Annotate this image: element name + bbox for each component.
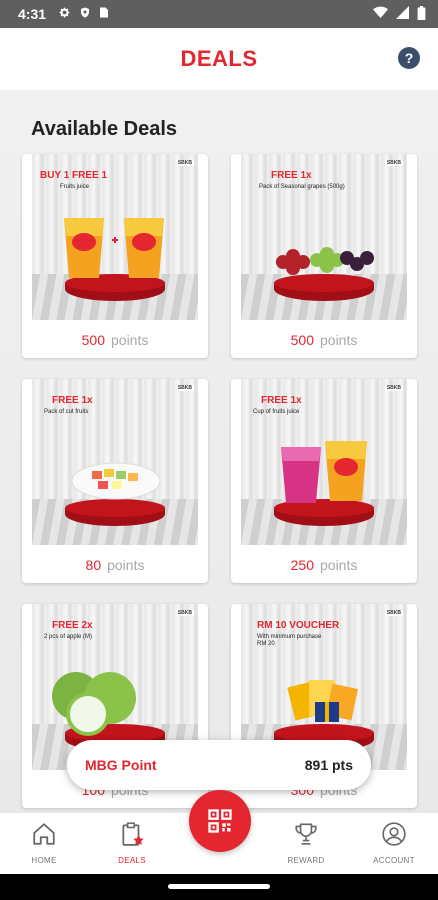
juice-cup-icon xyxy=(64,218,164,278)
wifi-icon xyxy=(373,6,388,22)
deal-card[interactable]: SBKB BUY 1 FREE 1 Fruits juice 500 points xyxy=(22,154,208,358)
home-icon xyxy=(33,823,55,845)
deal-image: SBKB FREE 1x Cup of fruits juice xyxy=(241,379,407,545)
brand-logo: SBKB xyxy=(384,610,403,616)
apple-icon xyxy=(52,672,136,736)
help-icon: ? xyxy=(404,50,414,66)
trophy-icon xyxy=(295,823,317,845)
brand-logo: SBKB xyxy=(384,160,403,166)
points-value: 500 xyxy=(81,332,105,348)
deal-card[interactable]: SBKB FREE 1x Pack of Seasonal grapes (50… xyxy=(231,154,417,358)
deal-headline: RM 10 VOUCHER xyxy=(257,620,340,631)
deal-subtitle: Cup of fruits juice xyxy=(253,409,300,415)
deal-headline: FREE 1x xyxy=(261,395,302,406)
deal-points: 250 points xyxy=(231,557,417,573)
app-header: DEALS ? xyxy=(0,28,438,90)
deal-subtitle: With minimum purchase RM 20 xyxy=(257,634,322,647)
cellular-signal-icon xyxy=(396,6,409,22)
deals-clipboard-icon xyxy=(122,822,144,846)
deal-card[interactable]: SBKB FREE 1x Cup of fruits juice 250 poin… xyxy=(231,379,417,583)
page-title: DEALS xyxy=(180,46,258,71)
mbg-point-bar[interactable]: MBG Point 891 pts xyxy=(67,740,371,790)
brand-logo: SBKB xyxy=(384,385,403,391)
points-unit: points xyxy=(107,557,145,573)
juice-cup-icon xyxy=(281,441,367,503)
battery-icon xyxy=(417,5,426,23)
nav-home[interactable]: HOME xyxy=(4,821,84,865)
gear-icon xyxy=(58,6,71,22)
voucher-gift-icon xyxy=(287,680,359,722)
qr-code-icon xyxy=(208,809,232,833)
section-title: Available Deals xyxy=(31,118,178,140)
deal-subtitle: Pack of Seasonal grapes (500g) xyxy=(259,184,345,190)
home-indicator[interactable] xyxy=(168,884,270,889)
nav-home-label: HOME xyxy=(31,856,57,865)
grapes-icon xyxy=(276,247,374,275)
deal-subtitle: Pack of cut fruits xyxy=(44,409,89,415)
deal-subtitle: Fruits juice xyxy=(60,184,90,190)
help-button[interactable]: ? xyxy=(398,47,420,69)
deal-image: SBKB FREE 1x Pack of cut fruits xyxy=(32,379,198,545)
brand-logo: SBKB xyxy=(175,610,194,616)
deals-screen: 4:31 DEALS ? Available Deals SBKB BUY 1 … xyxy=(0,0,438,900)
deal-points: 500 points xyxy=(22,332,208,348)
sim-card-icon xyxy=(99,6,109,22)
points-value: 500 xyxy=(290,332,314,348)
qr-scan-button[interactable] xyxy=(189,790,251,852)
deal-headline: FREE 1x xyxy=(52,395,93,406)
deal-headline: FREE 2x xyxy=(52,620,93,631)
status-bar: 4:31 xyxy=(0,0,438,28)
nav-deals-label: DEALS xyxy=(118,856,146,865)
deal-card[interactable]: SBKB FREE 1x Pack of cut fruits 80 points xyxy=(22,379,208,583)
nav-deals[interactable]: DEALS xyxy=(92,821,172,865)
points-value: 250 xyxy=(290,557,314,573)
gesture-bar xyxy=(0,874,438,900)
deal-image: SBKB BUY 1 FREE 1 Fruits juice xyxy=(32,154,198,320)
brand-logo: SBKB xyxy=(175,385,194,391)
points-value: 80 xyxy=(85,557,102,573)
fruit-plate-icon xyxy=(71,462,161,500)
deals-content[interactable]: Available Deals SBKB BUY 1 FREE 1 Fruits… xyxy=(0,90,438,812)
account-icon xyxy=(382,822,406,846)
deal-headline: FREE 1x xyxy=(271,170,312,181)
points-unit: points xyxy=(320,332,358,348)
nav-reward-label: REWARD xyxy=(287,856,325,865)
brand-logo: SBKB xyxy=(175,160,194,166)
points-unit: points xyxy=(320,557,358,573)
nav-account[interactable]: ACCOUNT xyxy=(354,821,434,865)
status-time: 4:31 xyxy=(18,6,47,22)
deal-image: SBKB FREE 1x Pack of Seasonal grapes (50… xyxy=(241,154,407,320)
nav-reward[interactable]: REWARD xyxy=(266,821,346,865)
nav-account-label: ACCOUNT xyxy=(373,856,415,865)
deal-headline: BUY 1 FREE 1 xyxy=(40,170,108,181)
deal-points: 500 points xyxy=(231,332,417,348)
deal-points: 80 points xyxy=(22,557,208,573)
mbg-point-value: 891 pts xyxy=(304,757,353,773)
mbg-point-label: MBG Point xyxy=(85,757,157,773)
deal-subtitle: 2 pcs of apple (M) xyxy=(44,634,93,640)
points-unit: points xyxy=(111,332,149,348)
shield-icon xyxy=(79,6,91,22)
